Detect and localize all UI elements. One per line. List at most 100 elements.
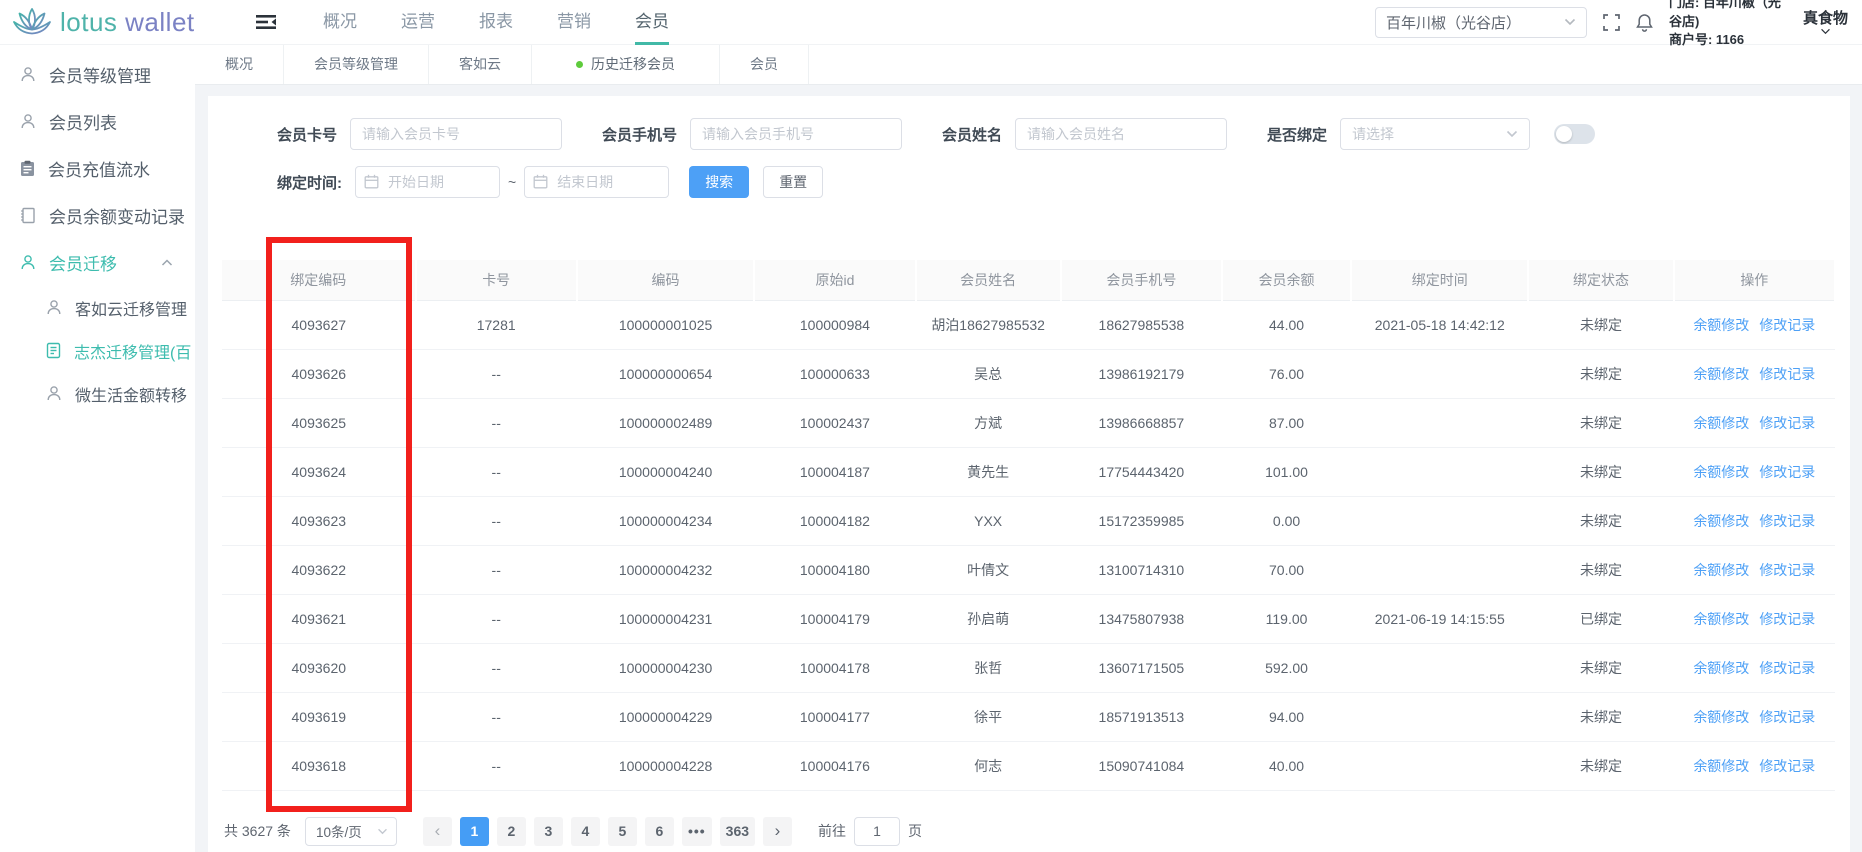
sidebar-item-5[interactable]: 会员迁移 [0, 239, 195, 286]
goto-page-input[interactable] [854, 817, 900, 846]
search-button[interactable]: 搜索 [689, 166, 749, 198]
table-cell: 黄先生 [916, 447, 1061, 496]
ledger-icon [20, 207, 36, 224]
edit-record-link[interactable]: 修改记录 [1759, 660, 1815, 676]
card-no-input[interactable] [350, 118, 562, 150]
actions-cell: 余额修改修改记录 [1674, 692, 1835, 741]
actions-cell: 余额修改修改记录 [1674, 741, 1835, 790]
balance-edit-link[interactable]: 余额修改 [1693, 709, 1749, 725]
edit-record-link[interactable]: 修改记录 [1759, 317, 1815, 333]
page-button-1[interactable]: 1 [460, 817, 489, 846]
bell-icon[interactable] [1636, 13, 1653, 32]
sidebar-item-4[interactable]: 会员余额变动记录 [0, 192, 195, 239]
brand-name: lotus wallet [60, 7, 195, 38]
top-header: lotus wallet 概况运营报表营销会员 百年川椒（光谷店） [0, 0, 1862, 45]
bind-status-select[interactable]: 请选择 [1340, 118, 1530, 150]
bind-time-label: 绑定时间: [277, 172, 342, 193]
page-button-2[interactable]: 2 [497, 817, 526, 846]
table-cell: 100004187 [754, 447, 915, 496]
page-button-363[interactable]: 363 [720, 817, 755, 846]
table-cell [1351, 349, 1528, 398]
sidebar: 会员等级管理会员列表会员充值流水会员余额变动记录会员迁移客如云迁移管理志杰迁移管… [0, 45, 195, 852]
balance-edit-link[interactable]: 余额修改 [1693, 611, 1749, 627]
next-page-button[interactable]: › [763, 817, 792, 846]
balance-edit-link[interactable]: 余额修改 [1693, 562, 1749, 578]
table-cell [1351, 741, 1528, 790]
store-select[interactable]: 百年川椒（光谷店） [1375, 7, 1587, 38]
card-no-label: 会员卡号 [277, 124, 337, 145]
page-button-6[interactable]: 6 [645, 817, 674, 846]
tab-2[interactable]: 会员等级管理 [284, 45, 429, 84]
edit-record-link[interactable]: 修改记录 [1759, 415, 1815, 431]
tab-5[interactable]: 会员 [720, 45, 809, 84]
top-nav-item-1[interactable]: 概况 [323, 0, 357, 45]
table-cell: 未绑定 [1528, 496, 1673, 545]
user-icon [20, 66, 36, 83]
table-header-row: 绑定编码卡号编码原始id会员姓名会员手机号会员余额绑定时间绑定状态操作 [222, 260, 1835, 300]
top-nav-item-4[interactable]: 营销 [557, 0, 591, 45]
sidebar-item-7[interactable]: 志杰迁移管理(百 [0, 329, 195, 372]
goto-suffix: 页 [908, 821, 922, 841]
table-cell: -- [416, 643, 577, 692]
balance-edit-link[interactable]: 余额修改 [1693, 317, 1749, 333]
table-cell: 100000004229 [577, 692, 754, 741]
edit-record-link[interactable]: 修改记录 [1759, 611, 1815, 627]
phone-input[interactable] [690, 118, 902, 150]
edit-record-link[interactable]: 修改记录 [1759, 709, 1815, 725]
balance-edit-link[interactable]: 余额修改 [1693, 415, 1749, 431]
column-header: 绑定编码 [222, 260, 416, 300]
toggle-knob [1556, 126, 1572, 142]
balance-edit-link[interactable]: 余额修改 [1693, 758, 1749, 774]
account-menu[interactable]: 真食物 [1803, 10, 1848, 35]
table-cell: 13607171505 [1061, 643, 1222, 692]
account-name: 真食物 [1803, 10, 1848, 28]
tab-4[interactable]: 历史迁移会员 [532, 45, 720, 84]
sidebar-item-2[interactable]: 会员列表 [0, 98, 195, 145]
header-right: 百年川椒（光谷店） 门店: 百年川椒（光谷店) 商户号: 1166 真食物 [1375, 0, 1848, 50]
edit-record-link[interactable]: 修改记录 [1759, 562, 1815, 578]
tab-1[interactable]: 概况 [195, 45, 284, 84]
total-count: 共 3627 条 [224, 821, 291, 841]
balance-edit-link[interactable]: 余额修改 [1693, 464, 1749, 480]
top-nav-item-2[interactable]: 运营 [401, 0, 435, 45]
table-row: 4093625--100000002489100002437方斌13986668… [222, 398, 1835, 447]
prev-page-button[interactable]: ‹ [423, 817, 452, 846]
reset-button[interactable]: 重置 [763, 166, 823, 198]
table-cell: 70.00 [1222, 545, 1351, 594]
table-cell: 18627985538 [1061, 300, 1222, 349]
filter-row-2: 绑定时间: ~ 搜索 重置 [277, 166, 1836, 198]
top-nav-item-3[interactable]: 报表 [479, 0, 513, 45]
balance-edit-link[interactable]: 余额修改 [1693, 513, 1749, 529]
name-input[interactable] [1015, 118, 1227, 150]
table-cell: 100004182 [754, 496, 915, 545]
page-button-4[interactable]: 4 [571, 817, 600, 846]
table-cell: 15090741084 [1061, 741, 1222, 790]
page-size-select[interactable]: 10条/页 [305, 817, 397, 846]
top-nav-item-5[interactable]: 会员 [635, 0, 669, 45]
edit-record-link[interactable]: 修改记录 [1759, 758, 1815, 774]
table-cell: 4093623 [222, 496, 416, 545]
tab-label: 概况 [225, 45, 253, 84]
toggle-switch[interactable] [1554, 124, 1595, 144]
sidebar-item-1[interactable]: 会员等级管理 [0, 51, 195, 98]
menu-fold-icon[interactable] [255, 13, 277, 31]
sidebar-item-6[interactable]: 客如云迁移管理 [0, 286, 195, 329]
balance-edit-link[interactable]: 余额修改 [1693, 660, 1749, 676]
table-row: 4093620--100000004230100004178张哲13607171… [222, 643, 1835, 692]
balance-edit-link[interactable]: 余额修改 [1693, 366, 1749, 382]
table-cell: 叶倩文 [916, 545, 1061, 594]
column-header: 原始id [754, 260, 915, 300]
table-cell: 100004180 [754, 545, 915, 594]
page-button-3[interactable]: 3 [534, 817, 563, 846]
sidebar-item-3[interactable]: 会员充值流水 [0, 145, 195, 192]
edit-record-link[interactable]: 修改记录 [1759, 366, 1815, 382]
edit-record-link[interactable]: 修改记录 [1759, 513, 1815, 529]
sidebar-item-8[interactable]: 微生活金额转移 [0, 372, 195, 415]
edit-record-link[interactable]: 修改记录 [1759, 464, 1815, 480]
tab-3[interactable]: 客如云 [429, 45, 532, 84]
fullscreen-icon[interactable] [1603, 14, 1620, 31]
table-cell: 方斌 [916, 398, 1061, 447]
table-cell: 4093625 [222, 398, 416, 447]
filter-row-1: 会员卡号 会员手机号 会员姓名 是否绑定 请选择 [277, 118, 1836, 150]
page-button-5[interactable]: 5 [608, 817, 637, 846]
